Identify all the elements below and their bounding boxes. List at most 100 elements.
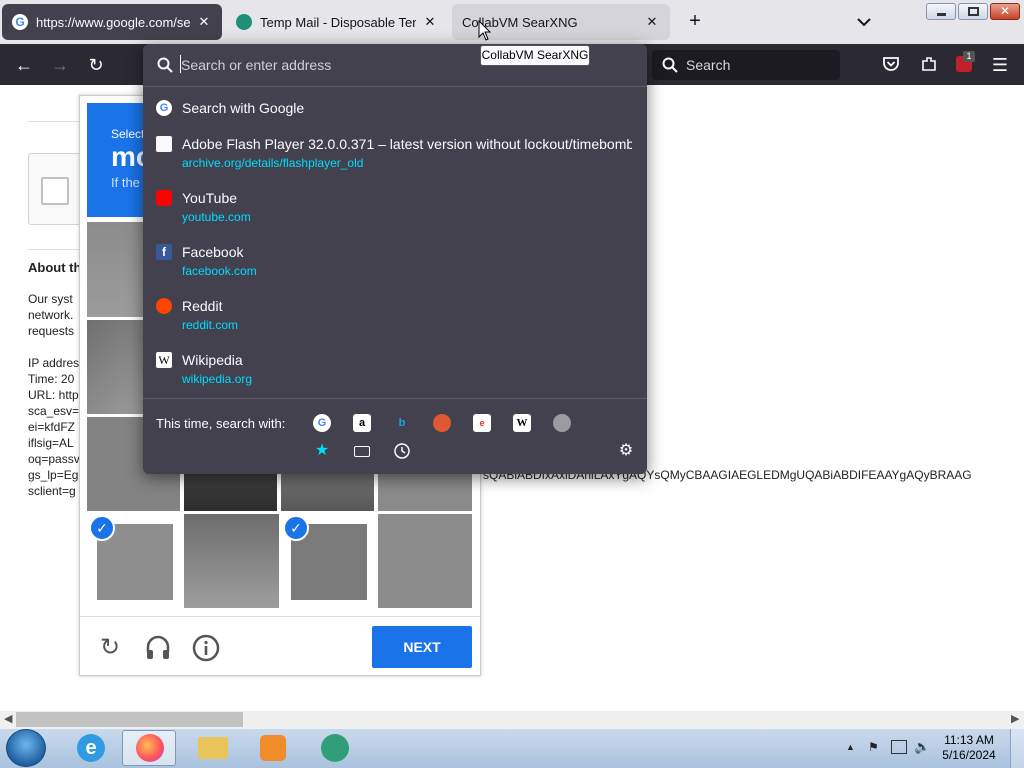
scroll-right-icon[interactable]: ▶ [1011,712,1019,725]
network-icon[interactable] [891,740,907,754]
google-icon: G [156,100,172,116]
suggestion-item[interactable]: W Wikipedia wikipedia.org [143,348,647,388]
suggestion-title: YouTube [182,190,238,206]
tab-google-search[interactable]: G https://www.google.com/searc ✕ [2,4,222,40]
suggestion-title: Adobe Flash Player 32.0.0.371 – latest v… [182,136,632,152]
extension-badge: 1 [963,51,975,62]
reload-icon[interactable]: ↻ [85,54,107,76]
media-player-taskbar-icon[interactable] [246,730,300,766]
suggestion-search-google[interactable]: G Search with Google [143,96,647,122]
wikipedia-engine-icon[interactable]: W [513,414,531,432]
page-line: URL: http [28,388,79,402]
page-line: iflsig=AL [28,436,74,450]
search-bar[interactable]: Search [652,50,840,80]
ebay-engine-icon[interactable]: e [473,414,491,432]
forward-icon[interactable]: → [49,54,71,76]
firefox-taskbar-icon[interactable] [122,730,176,766]
start-button[interactable] [6,729,46,767]
clock-date: 5/16/2024 [942,748,996,762]
tab-tooltip: CollabVM SearXNG [480,45,590,66]
about-heading: About th [28,260,82,275]
suggestion-url: youtube.com [182,210,251,224]
suggestion-url: facebook.com [182,264,257,278]
page-line: Time: 20 [28,372,75,386]
scrollbar-thumb[interactable] [16,712,243,727]
action-center-icon[interactable]: ⚑ [868,740,882,754]
divider [143,86,647,87]
recaptcha-checkbox[interactable] [28,153,83,225]
divider [28,249,83,250]
page-line: network. [28,308,74,322]
close-tab-icon[interactable]: ✕ [422,14,438,30]
page-line: Our syst [28,292,73,306]
captcha-tile[interactable] [378,514,472,608]
suggestion-item[interactable]: Adobe Flash Player 32.0.0.371 – latest v… [143,132,647,172]
clock-time: 11:13 AM [944,733,994,747]
divider [28,121,83,122]
address-placeholder: Search or enter address [181,57,332,73]
menu-icon[interactable]: ☰ [989,54,1011,76]
page-line: sclient=g [28,484,76,498]
back-icon[interactable]: ← [13,54,35,76]
close-tab-icon[interactable]: ✕ [196,14,212,30]
searxng-engine-icon[interactable] [553,414,571,432]
reload-challenge-icon[interactable]: ↻ [95,633,125,663]
suggestion-title: Reddit [182,298,223,314]
chevron-down-icon[interactable] [852,12,876,32]
page-line: sca_esv= [28,404,80,418]
search-with-label: This time, search with: [156,416,286,431]
next-button[interactable]: NEXT [372,626,472,668]
captcha-hint: If the [111,175,140,190]
divider [143,398,647,399]
search-icon [662,57,678,73]
page-line: IP addres [28,356,80,370]
captcha-tile[interactable] [184,514,279,608]
app-taskbar-icon[interactable] [308,730,362,766]
suggestion-url: archive.org/details/flashplayer_old [182,156,364,170]
bing-engine-icon[interactable]: b [393,414,411,432]
close-window-button[interactable]: ✕ [990,3,1020,20]
archive-icon [156,136,172,152]
tempmail-icon [236,14,252,30]
duckduckgo-engine-icon[interactable] [433,414,451,432]
checkmark-icon: ✓ [283,515,309,541]
history-icon[interactable] [393,442,411,460]
facebook-icon: f [156,244,172,260]
show-desktop-button[interactable] [1010,729,1024,768]
minimize-button[interactable] [926,3,956,20]
scroll-left-icon[interactable]: ◀ [4,712,12,725]
extensions-icon[interactable] [920,55,938,73]
google-engine-icon[interactable]: G [313,414,331,432]
tabs-icon[interactable] [353,442,371,460]
page-line: gs_lp=Eg [28,468,79,482]
settings-gear-icon[interactable]: ⚙ [617,442,635,460]
taskbar-clock[interactable]: 11:13 AM 5/16/2024 [940,733,998,763]
suggestion-item[interactable]: Reddit reddit.com [143,294,647,334]
youtube-icon [156,190,172,206]
captcha-instruction: Select [111,127,145,141]
explorer-taskbar-icon[interactable] [186,730,240,766]
info-icon[interactable] [191,633,221,663]
internet-explorer-taskbar-icon[interactable]: e [64,730,118,766]
suggestion-title: Facebook [182,244,244,260]
reddit-icon [156,298,172,314]
google-icon: G [12,14,28,30]
close-tab-icon[interactable]: ✕ [644,14,660,30]
headphones-icon[interactable] [143,633,173,663]
checkmark-icon: ✓ [89,515,115,541]
suggestion-title: Wikipedia [182,352,243,368]
bookmarks-star-icon[interactable]: ★ [313,442,331,460]
volume-muted-icon[interactable]: 🔈 [914,739,932,755]
wikipedia-icon: W [156,352,172,368]
page-line: ei=kfdFZ [28,420,76,434]
restore-button[interactable] [958,3,988,20]
suggestion-item[interactable]: YouTube youtube.com [143,186,647,226]
amazon-engine-icon[interactable]: a [353,414,371,432]
suggestion-title: Search with Google [182,100,305,116]
tab-temp-mail[interactable]: Temp Mail - Disposable Tempo ✕ [226,4,448,40]
show-hidden-icons[interactable]: ▲ [846,742,855,752]
pocket-icon[interactable] [882,55,900,73]
tab-title: https://www.google.com/searc [36,14,190,30]
new-tab-button[interactable]: + [684,10,706,32]
suggestion-item[interactable]: f Facebook facebook.com [143,240,647,280]
